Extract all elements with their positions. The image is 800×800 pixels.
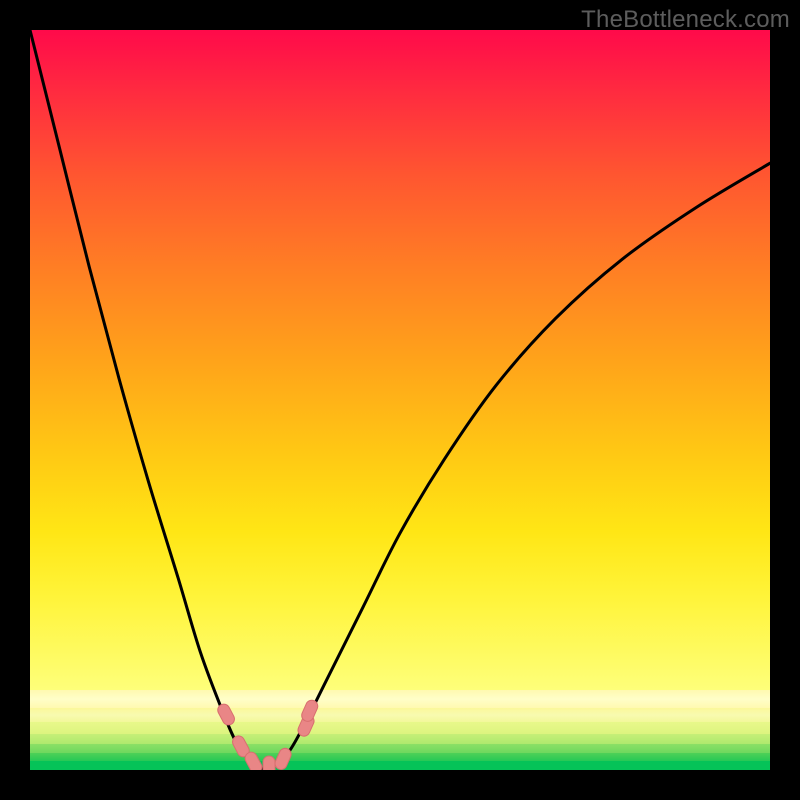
curve-marker xyxy=(263,756,275,770)
bottleneck-curve xyxy=(30,30,770,769)
curve-path xyxy=(30,30,770,769)
plot-area xyxy=(30,30,770,770)
curve-marker xyxy=(300,698,320,723)
chart-svg xyxy=(30,30,770,770)
watermark-text: TheBottleneck.com xyxy=(581,6,790,34)
